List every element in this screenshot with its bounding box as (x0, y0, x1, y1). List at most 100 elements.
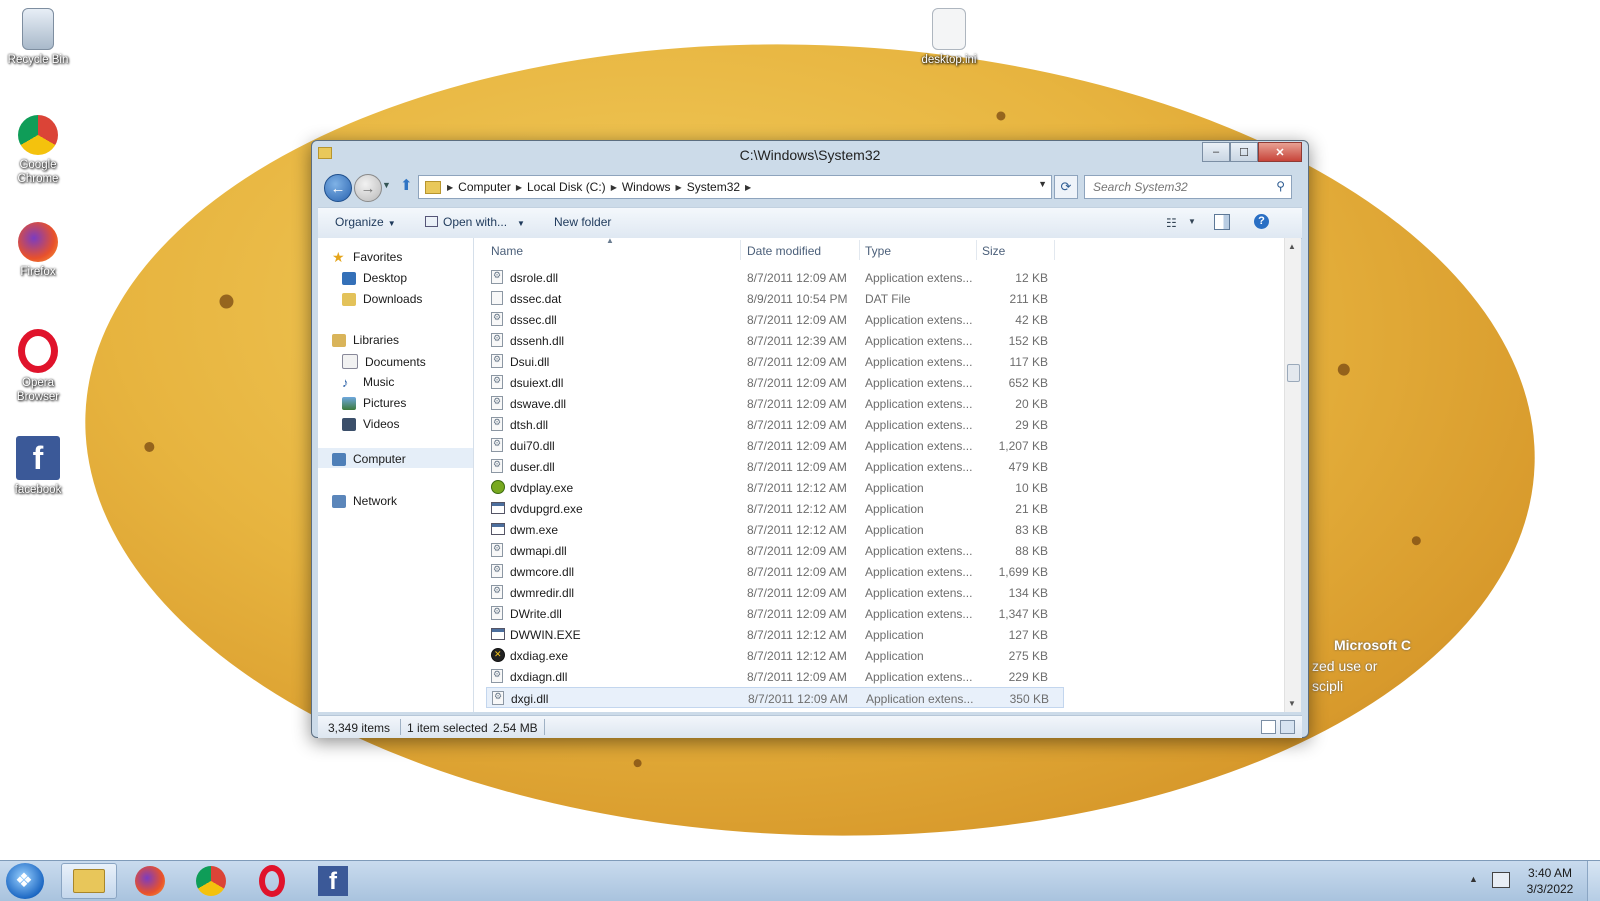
column-header-name[interactable]: Name (491, 244, 523, 258)
dll-file-icon (491, 564, 503, 578)
chevron-down-icon: ▼ (517, 219, 525, 228)
address-bar[interactable]: ▶ Computer ▶ Local Disk (C:) ▶ Windows ▶… (418, 175, 1052, 199)
taskbar-opera[interactable] (244, 863, 300, 899)
recent-pages-dropdown[interactable]: ▼ (382, 180, 391, 190)
file-row[interactable]: dssec.dat 8/9/2011 10:54 PM DAT File 211 KB (486, 288, 1064, 309)
nav-item-documents[interactable]: Documents (342, 354, 426, 369)
desktop-icon-facebook[interactable]: f facebook (3, 436, 73, 497)
breadcrumb-computer[interactable]: Computer (453, 180, 516, 194)
file-row[interactable]: dwmapi.dll 8/7/2011 12:09 AM Application e… (486, 540, 1064, 561)
file-row[interactable]: Dsui.dll 8/7/2011 12:09 AM Application ext… (486, 351, 1064, 372)
file-row[interactable]: DWWIN.EXE 8/7/2011 12:12 AM Application 127… (486, 624, 1064, 645)
open-with-menu[interactable]: Open with... ▼ (425, 215, 525, 229)
address-history-dropdown-icon[interactable]: ▼ (1038, 179, 1047, 189)
close-button[interactable]: ✕ (1258, 142, 1302, 162)
large-icons-view-icon[interactable] (1280, 720, 1295, 734)
show-hidden-icons-button[interactable]: ▲ (1469, 874, 1478, 884)
change-view-icon[interactable]: ☷ (1166, 216, 1177, 230)
help-icon[interactable]: ? (1254, 214, 1269, 229)
column-header-size[interactable]: Size (982, 244, 1005, 258)
taskbar-firefox[interactable] (122, 863, 178, 899)
file-row[interactable]: dwmcore.dll 8/7/2011 12:09 AM Application … (486, 561, 1064, 582)
desktop-icon-recycle-bin[interactable]: Recycle Bin (3, 8, 73, 67)
clock-date[interactable]: 3/3/2022 (1515, 882, 1585, 896)
file-row[interactable]: dssenh.dll 8/7/2011 12:39 AM Application e… (486, 330, 1064, 351)
back-button[interactable]: ← (324, 174, 352, 202)
command-bar: Organize ▼ Open with... ▼ New folder ☷ ▼ ? (318, 207, 1302, 239)
file-row[interactable]: dswave.dll 8/7/2011 12:09 AM Application e… (486, 393, 1064, 414)
scrollbar-thumb[interactable] (1287, 364, 1300, 382)
minimize-button[interactable]: – (1202, 142, 1230, 162)
details-view-icon[interactable] (1261, 720, 1276, 734)
nav-item-pictures[interactable]: Pictures (342, 396, 406, 410)
organize-menu[interactable]: Organize ▼ (335, 215, 396, 229)
file-size: 1,207 KB (998, 439, 1048, 453)
desktop-icon-google-chrome[interactable]: Google Chrome (3, 115, 73, 186)
preview-pane-icon[interactable] (1214, 214, 1230, 230)
nav-item-computer[interactable]: Computer (332, 452, 406, 466)
clock-time[interactable]: 3:40 AM (1515, 866, 1585, 880)
scroll-down-icon[interactable]: ▼ (1288, 699, 1296, 708)
nav-item-music[interactable]: ♪ Music (342, 375, 394, 389)
file-size: 10 KB (1015, 481, 1048, 495)
window-icon (425, 216, 438, 227)
file-size: 479 KB (1008, 460, 1048, 474)
breadcrumb-chevron-icon[interactable]: ▶ (745, 183, 751, 192)
breadcrumb-windows[interactable]: Windows (617, 180, 676, 194)
file-row[interactable]: dxdiag.exe 8/7/2011 12:12 AM Application 27… (486, 645, 1064, 666)
taskbar-file-explorer[interactable] (61, 863, 117, 899)
file-row[interactable]: duser.dll 8/7/2011 12:09 AM Application ex… (486, 456, 1064, 477)
file-row[interactable]: dsuiext.dll 8/7/2011 12:09 AM Application … (486, 372, 1064, 393)
vertical-scrollbar[interactable]: ▲ ▼ (1284, 238, 1301, 712)
refresh-icon[interactable]: ⟳ (1054, 175, 1078, 199)
file-row[interactable]: dsrole.dll 8/7/2011 12:09 AM Application e… (486, 267, 1064, 288)
file-date: 8/7/2011 12:09 AM (747, 607, 847, 621)
file-row[interactable]: dvdplay.exe 8/7/2011 12:12 AM Application 1… (486, 477, 1064, 498)
search-box[interactable]: ⚲ (1084, 175, 1292, 199)
nav-item-favorites[interactable]: ★ Favorites (332, 250, 402, 265)
desktop-icon-opera[interactable]: Opera Browser (3, 329, 73, 404)
search-input[interactable] (1091, 179, 1271, 195)
file-size: 652 KB (1008, 376, 1048, 390)
file-row[interactable]: dui70.dll 8/7/2011 12:09 AM Application ex… (486, 435, 1064, 456)
new-folder-button[interactable]: New folder (554, 215, 611, 229)
breadcrumb-system32[interactable]: System32 (682, 180, 745, 194)
file-row[interactable]: dtsh.dll 8/7/2011 12:09 AM Application ext… (486, 414, 1064, 435)
column-header-type[interactable]: Type (865, 244, 891, 258)
desktop-icon-firefox[interactable]: Firefox (3, 222, 73, 279)
scroll-up-icon[interactable]: ▲ (1288, 242, 1296, 251)
file-type: Application (865, 502, 924, 516)
navigation-bar: ← → ▼ ⬆ ▶ Computer ▶ Local Disk (C:) ▶ W… (318, 172, 1302, 202)
exe-file-icon (491, 628, 505, 640)
file-row[interactable]: dwmredir.dll 8/7/2011 12:09 AM Application… (486, 582, 1064, 603)
column-header-date-modified[interactable]: Date modified (747, 244, 821, 258)
breadcrumb-local-disk[interactable]: Local Disk (C:) (522, 180, 611, 194)
file-row[interactable]: dvdupgrd.exe 8/7/2011 12:12 AM Application… (486, 498, 1064, 519)
maximize-button[interactable]: ☐ (1230, 142, 1258, 162)
file-type: Application extens... (865, 586, 973, 600)
file-row[interactable]: dssec.dll 8/7/2011 12:09 AM Application ex… (486, 309, 1064, 330)
file-row-selected[interactable]: dxgi.dll 8/7/2011 12:09 AM Application ext… (486, 687, 1064, 708)
taskbar-google-chrome[interactable] (183, 863, 239, 899)
start-button[interactable] (6, 863, 44, 899)
file-row[interactable]: DWrite.dll 8/7/2011 12:09 AM Application e… (486, 603, 1064, 624)
show-desktop-button[interactable] (1587, 861, 1600, 901)
file-row[interactable]: dwm.exe 8/7/2011 12:12 AM Application 83 KB (486, 519, 1064, 540)
forward-button[interactable]: → (354, 174, 382, 202)
network-status-icon[interactable] (1492, 872, 1510, 888)
title-bar[interactable]: C:\Windows\System32 – ☐ ✕ (312, 141, 1308, 171)
taskbar: f ▲ 3:40 AM 3/3/2022 (0, 860, 1600, 901)
nav-item-network[interactable]: Network (332, 494, 397, 508)
desktop-icon-desktop-ini[interactable]: desktop.ini (914, 8, 984, 67)
file-name: dssenh.dll (510, 334, 565, 348)
nav-item-libraries[interactable]: Libraries (332, 333, 399, 347)
file-row[interactable]: dxdiagn.dll 8/7/2011 12:09 AM Application … (486, 666, 1064, 687)
activation-watermark-line: zed use or (1312, 658, 1378, 674)
chevron-down-icon[interactable]: ▼ (1188, 217, 1196, 226)
taskbar-facebook[interactable]: f (305, 863, 361, 899)
nav-item-desktop[interactable]: Desktop (342, 271, 407, 285)
nav-item-videos[interactable]: Videos (342, 417, 399, 431)
nav-item-downloads[interactable]: Downloads (342, 292, 422, 306)
search-icon[interactable]: ⚲ (1276, 179, 1285, 193)
up-arrow-icon[interactable]: ⬆ (400, 176, 413, 194)
